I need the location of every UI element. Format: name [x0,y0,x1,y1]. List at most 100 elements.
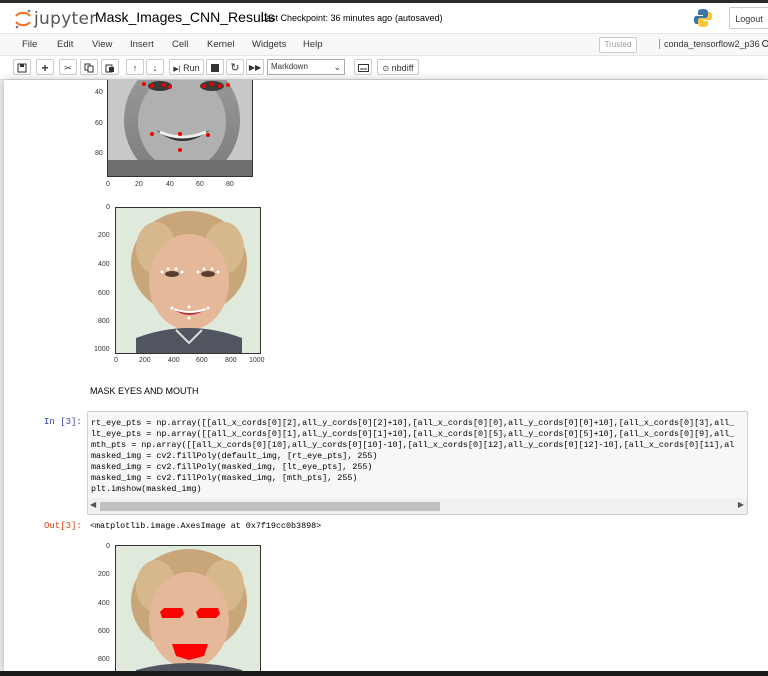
code-line: mth_pts = np.array([[all_x_cords[0][10],… [91,440,735,450]
output-prompt: Out[3]: [44,521,82,531]
stop-icon [211,64,219,72]
step-forward-icon: ▶| [173,66,181,73]
left-eye-mask [196,608,220,618]
plot2-xtick: 200 [139,357,151,364]
trusted-indicator[interactable]: Trusted [599,37,637,53]
nbdiff-button[interactable]: ⊙ nbdiff [377,59,419,75]
insert-cell-button[interactable]: + [36,59,54,75]
move-down-button[interactable]: ↓ [146,59,164,75]
markdown-cell-text[interactable]: MASK EYES AND MOUTH [90,386,199,396]
plot1-xtick: 60 [196,181,204,188]
run-label: Run [183,63,200,73]
cut-button[interactable]: ✂ [59,59,77,75]
run-button[interactable]: ▶| Run [169,59,204,75]
cell-type-select[interactable]: Markdown ⌄ [267,59,345,75]
scroll-right-icon[interactable]: ▶ [738,500,744,509]
plot2-ytick: 0 [106,204,110,211]
landmark-point [218,84,222,88]
menu-edit[interactable]: Edit [57,39,73,50]
autosave-status: (autosaved) [395,13,443,23]
move-up-button[interactable]: ↑ [126,59,144,75]
interrupt-button[interactable] [206,59,224,75]
menu-kernel[interactable]: Kernel [207,39,234,50]
landmark-points-overlay [142,82,230,152]
plot2-xtick: 0 [114,357,118,364]
header: jupyter Mask_Images_CNN_Results Last Che… [0,3,768,33]
notebook-name[interactable]: Mask_Images_CNN_Results [95,9,275,25]
plot1-xtick: 0 [106,181,110,188]
landmark-point [150,132,154,136]
landmark-point [168,85,172,89]
menu-file[interactable]: File [22,39,37,50]
landmark-point [196,270,200,274]
menu-cell[interactable]: Cell [172,39,188,50]
restart-run-all-button[interactable]: ▶▶ [246,59,264,75]
kernel-idle-indicator [762,40,768,47]
checkpoint-status: Last Checkpoint: 36 minutes ago [261,13,393,23]
jupyter-logo-text: jupyter [34,9,97,29]
plot2-ytick: 400 [98,261,110,268]
horizontal-scrollbar[interactable]: ◀ ▶ [88,498,747,514]
logout-button[interactable]: Logout [729,7,768,29]
code-line: lt_eye_pts = np.array([[all_x_cords[0][1… [91,429,735,439]
restart-button[interactable]: ↻ [226,59,244,75]
bottom-edge [0,671,768,676]
save-button[interactable] [13,59,31,75]
scroll-left-icon[interactable]: ◀ [90,500,96,509]
scrollbar-thumb[interactable] [100,502,440,511]
history-icon: ⊙ [382,64,390,73]
toolbar: + ✂ ↑ ↓ ▶| Run ↻ ▶▶ Markdown ⌄ ⊙ nbdiff [0,56,768,80]
plot3-ytick: 200 [98,571,110,578]
landmark-point [180,270,184,274]
notebook-container[interactable]: 40 60 80 0 20 40 60 80 0 200 400 600 800… [4,80,768,671]
plot2-ytick: 600 [98,290,110,297]
plot1-xtick: 40 [166,181,174,188]
menu-help[interactable]: Help [303,39,323,50]
right-eye-mask [160,608,184,618]
landmark-point [187,316,191,320]
landmark-point [206,133,210,137]
keyboard-icon [357,64,369,72]
scissors-icon: ✂ [64,63,72,73]
plot2-ytick: 200 [98,232,110,239]
code-line: masked_img = cv2.fillPoly(masked_img, [l… [91,462,373,472]
plot1-xtick: 80 [226,181,234,188]
plot-masked-face [115,545,261,671]
menu-widgets[interactable]: Widgets [252,39,286,50]
command-palette-button[interactable] [354,59,372,75]
code-cell-editor[interactable]: rt_eye_pts = np.array([[all_x_cords[0][2… [87,411,748,515]
landmark-point [206,306,210,310]
landmark-point [160,270,164,274]
copy-button[interactable] [80,59,98,75]
landmark-point [178,148,182,152]
menu-insert[interactable]: Insert [130,39,154,50]
menubar: File Edit View Insert Cell Kernel Widget… [0,33,768,56]
plot-landmarks-grayscale [107,80,253,177]
landmark-point [210,82,214,86]
plot2-xtick: 800 [225,357,237,364]
plot2-xtick: 400 [168,357,180,364]
plot3-ytick: 0 [106,543,110,550]
plot1-ytick: 80 [95,150,103,157]
fast-forward-icon: ▶▶ [248,63,262,72]
plot1-ytick: 40 [95,89,103,96]
cell-type-value: Markdown [271,62,308,71]
landmark-point [150,84,154,88]
chevron-down-icon: ⌄ [333,62,341,72]
jupyter-logo-icon [15,9,31,29]
paste-button[interactable] [101,59,119,75]
copy-icon [84,63,94,73]
plot2-ytick: 800 [98,318,110,325]
landmark-point [174,267,178,271]
restart-icon: ↻ [230,62,240,74]
menu-view[interactable]: View [92,39,112,50]
masked-face-image [116,546,260,671]
code-line: rt_eye_pts = np.array([[all_x_cords[0][2… [91,418,735,428]
landmark-point [162,83,166,87]
plot3-ytick: 400 [98,600,110,607]
landmark-point [202,267,206,271]
code-line: plt.imshow(masked_img) [91,484,202,494]
landmark-point [170,306,174,310]
landmark-point [166,267,170,271]
kernel-name[interactable]: conda_tensorflow2_p36 [659,39,760,49]
